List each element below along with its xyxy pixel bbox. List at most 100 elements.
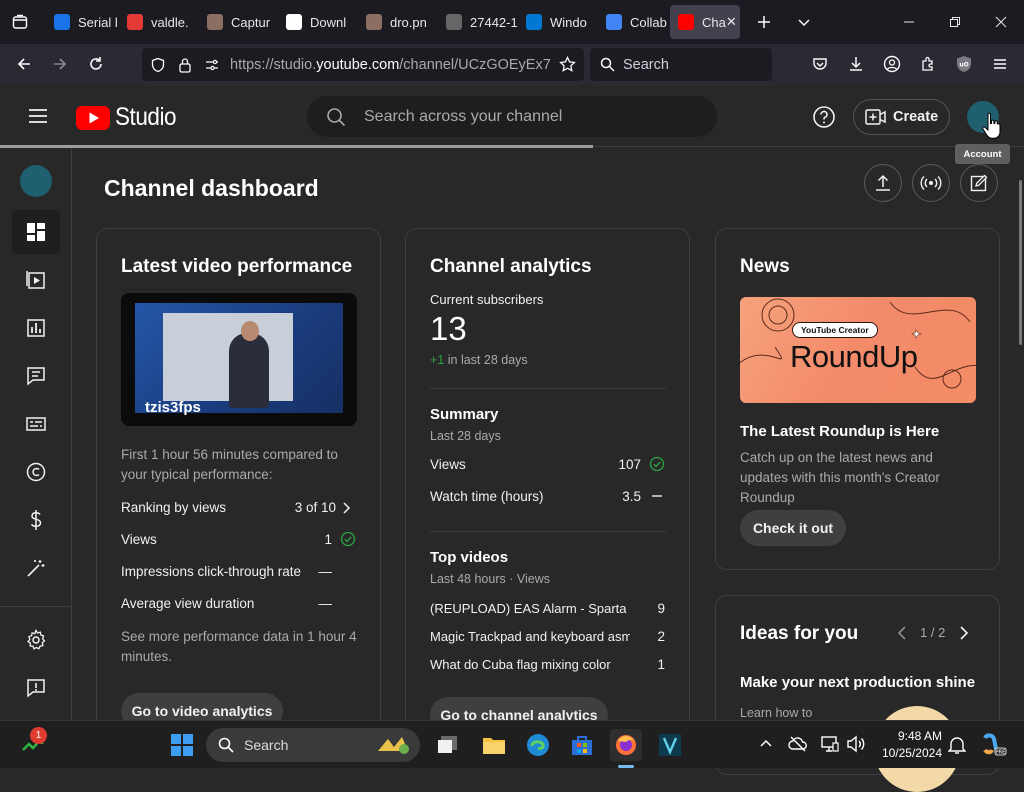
news-title: News xyxy=(740,256,790,277)
network-icon[interactable] xyxy=(820,734,840,754)
ideas-prev-chevron-icon[interactable] xyxy=(894,624,910,642)
taskbar-search-box[interactable]: Search xyxy=(206,728,420,762)
news-banner-image[interactable]: YouTube Creator RoundUp xyxy=(740,297,976,403)
go-live-button[interactable] xyxy=(912,164,950,202)
neutral-dash-icon xyxy=(649,488,665,509)
show-hidden-icons-chevron-icon[interactable] xyxy=(758,735,774,751)
summary-row-value: 3.5 xyxy=(622,489,641,504)
close-window-button[interactable] xyxy=(978,0,1024,44)
performance-row-label: Ranking by views xyxy=(121,500,227,515)
browser-tab[interactable]: valdle. xyxy=(119,5,199,39)
url-bar[interactable]: https://studio.youtube.com/channel/UCzGO… xyxy=(142,48,584,81)
browser-tab[interactable]: dro.pn xyxy=(358,5,438,39)
file-explorer-icon[interactable] xyxy=(478,729,510,761)
menu-hamburger-icon[interactable] xyxy=(982,46,1018,82)
pocket-icon[interactable] xyxy=(802,46,838,82)
sidebar-item-analytics[interactable] xyxy=(12,306,60,350)
browser-tab[interactable]: Serial l xyxy=(46,5,119,39)
copilot-icon[interactable]: PRE xyxy=(978,729,1010,761)
browser-tab[interactable]: Captur xyxy=(199,5,278,39)
windows-start-icon[interactable] xyxy=(166,729,198,761)
forward-arrow-icon[interactable] xyxy=(42,46,78,82)
latest-video-title: Latest video performance xyxy=(121,256,353,277)
top-video-title[interactable]: What do Cuba flag mixing color xyxy=(430,657,630,672)
dashboard-icon xyxy=(27,223,45,241)
sidebar-item-earn[interactable] xyxy=(12,498,60,542)
create-post-button[interactable] xyxy=(960,164,998,202)
browser-tab[interactable]: Collab xyxy=(598,5,670,39)
studio-sidebar xyxy=(0,148,72,720)
ranking-chevron-icon[interactable] xyxy=(342,501,352,520)
channel-search-input[interactable]: Search across your channel xyxy=(307,96,717,137)
youtube-logo-icon xyxy=(76,105,110,130)
new-tab-button[interactable] xyxy=(744,4,784,40)
image-icon xyxy=(207,14,223,30)
downloads-icon[interactable] xyxy=(838,46,874,82)
sidebar-item-content[interactable] xyxy=(12,258,60,302)
notification-bell-icon[interactable] xyxy=(947,735,967,755)
browser-tab[interactable]: Cha ✕ xyxy=(670,5,740,39)
valdle-icon xyxy=(127,14,143,30)
v-app-icon[interactable] xyxy=(654,729,686,761)
search-icon xyxy=(326,107,346,127)
minimize-window-button[interactable] xyxy=(886,0,932,44)
browser-tab-label: Downl xyxy=(310,14,347,30)
sidebar-item-settings[interactable] xyxy=(12,618,60,662)
google-icon xyxy=(286,14,302,30)
check-it-out-button[interactable]: Check it out xyxy=(740,510,846,546)
check-circle-icon xyxy=(649,456,665,477)
reload-icon[interactable] xyxy=(78,46,114,82)
extensions-icon[interactable] xyxy=(910,46,946,82)
firefox-account-icon[interactable] xyxy=(874,46,910,82)
channel-search-placeholder: Search across your channel xyxy=(364,107,563,125)
back-arrow-icon[interactable] xyxy=(6,46,42,82)
bookmark-star-icon[interactable] xyxy=(559,56,576,73)
sidebar-item-copyright[interactable] xyxy=(12,450,60,494)
browser-search-box[interactable]: Search xyxy=(590,48,772,81)
browser-tab[interactable]: Windo xyxy=(518,5,598,39)
lock-icon[interactable] xyxy=(178,57,196,73)
svg-text:uO: uO xyxy=(959,62,968,69)
edit-pencil-icon xyxy=(970,174,988,192)
firefox-taskbar-icon[interactable] xyxy=(610,729,642,761)
channel-avatar[interactable] xyxy=(20,165,52,197)
youtube-studio-logo[interactable]: Studio xyxy=(76,103,183,132)
taskbar-clock[interactable]: 9:48 AM 10/25/2024 xyxy=(872,728,942,762)
list-tabs-chevron-icon[interactable] xyxy=(784,4,824,40)
performance-row-value: — xyxy=(318,596,333,611)
ublock-shield-icon[interactable]: uO xyxy=(946,46,982,82)
help-icon[interactable] xyxy=(812,105,836,129)
page-scrollbar[interactable] xyxy=(1019,180,1022,345)
performance-row-label: Impressions click-through rate xyxy=(121,564,302,579)
studio-menu-icon[interactable] xyxy=(18,96,58,136)
magic-wand-icon xyxy=(27,560,45,577)
create-button[interactable]: Create xyxy=(853,99,950,135)
upload-button[interactable] xyxy=(864,164,902,202)
sidebar-item-feedback[interactable] xyxy=(12,666,60,710)
task-view-icon[interactable] xyxy=(432,729,464,761)
video-thumbnail[interactable]: tzis3fps xyxy=(121,293,357,426)
studio-header: Studio Search across your channel Create xyxy=(0,85,1024,147)
content-icon xyxy=(26,271,45,289)
top-video-title[interactable]: (REUPLOAD) EAS Alarm - Sparta Ove... xyxy=(430,601,630,616)
cloud-sync-icon[interactable] xyxy=(788,734,808,754)
tab-overview-icon[interactable] xyxy=(0,4,40,40)
browser-tab[interactable]: 27442-1726 xyxy=(438,5,518,39)
ideas-next-chevron-icon[interactable] xyxy=(956,624,972,642)
restore-window-button[interactable] xyxy=(932,0,978,44)
sidebar-item-comments[interactable] xyxy=(12,354,60,398)
shield-icon[interactable] xyxy=(150,57,170,73)
permissions-icon[interactable] xyxy=(204,57,226,73)
sidebar-item-customization[interactable] xyxy=(12,546,60,590)
close-tab-icon[interactable]: ✕ xyxy=(726,14,737,30)
sidebar-item-dashboard[interactable] xyxy=(12,210,60,254)
top-video-views: 9 xyxy=(657,601,665,616)
edge-browser-icon[interactable] xyxy=(522,729,554,761)
top-video-title[interactable]: Magic Trackpad and keyboard asmr! xyxy=(430,629,630,644)
microsoft-store-icon[interactable] xyxy=(566,729,598,761)
top-video-views: 2 xyxy=(657,629,665,644)
browser-tab[interactable]: Downl xyxy=(278,5,358,39)
volume-icon[interactable] xyxy=(846,734,866,754)
news-headline: The Latest Roundup is Here xyxy=(740,423,940,440)
sidebar-item-subtitles[interactable] xyxy=(12,402,60,446)
